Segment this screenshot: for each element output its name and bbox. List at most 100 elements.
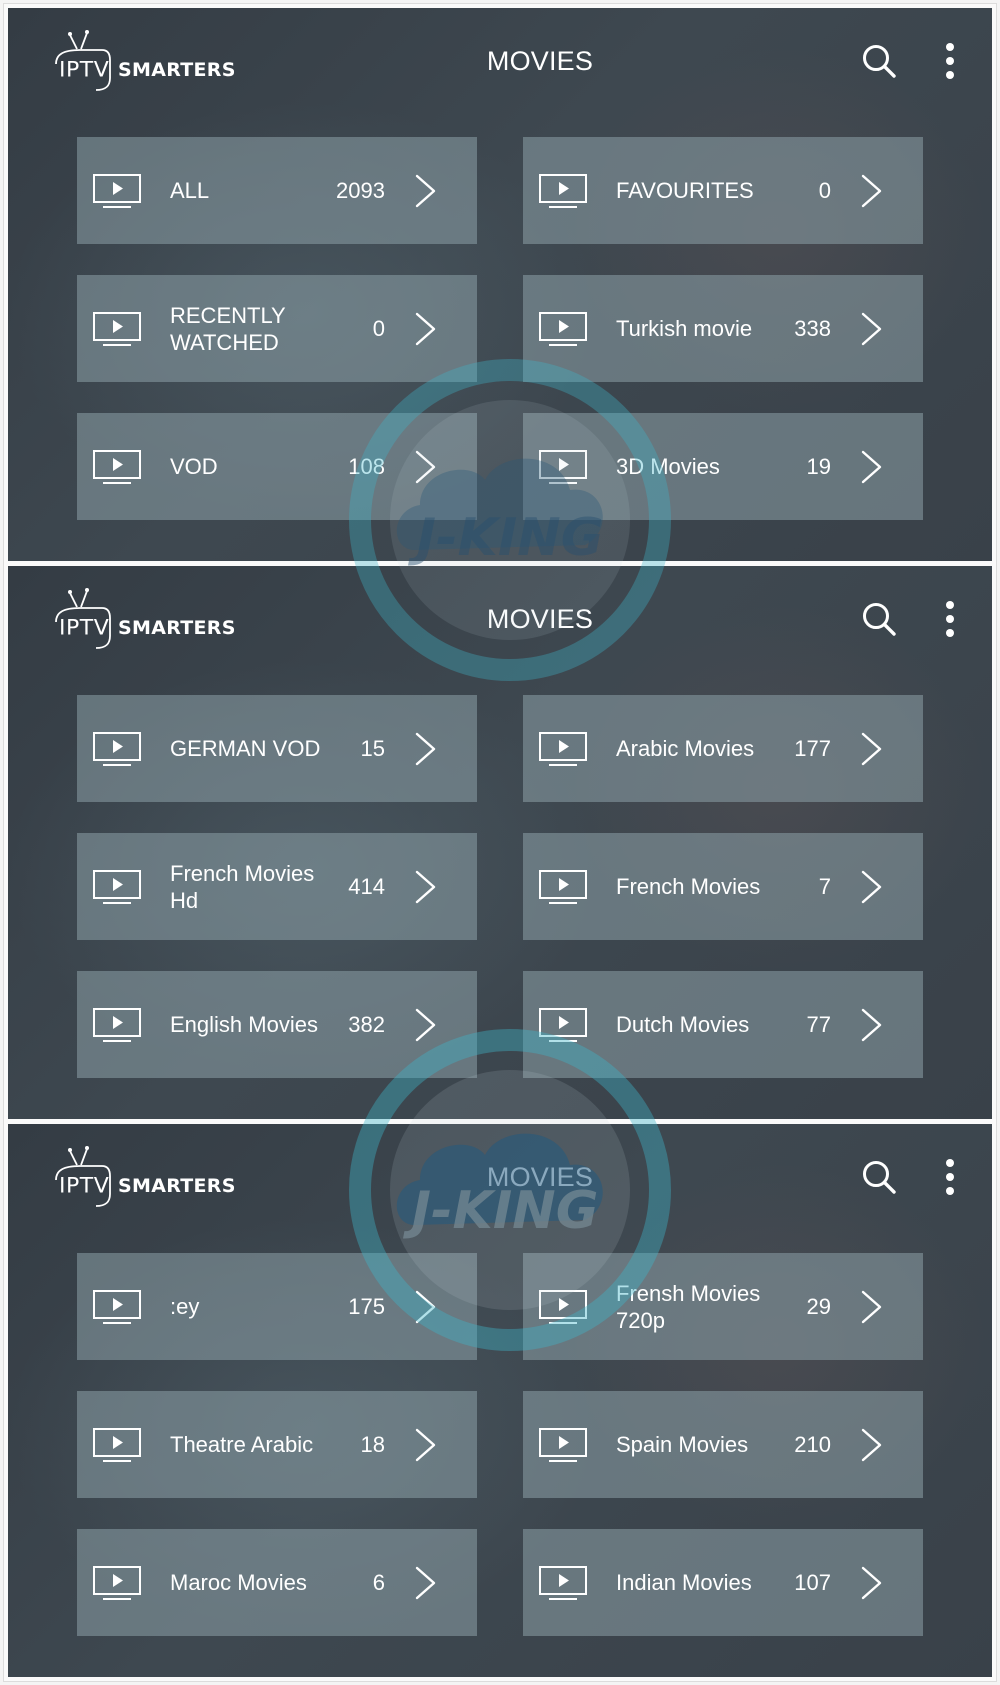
category-card[interactable]: Frensh Movies 720p 29	[523, 1253, 923, 1360]
chevron-right-icon	[861, 1566, 882, 1600]
more-vertical-icon	[946, 1159, 954, 1195]
category-label: Turkish movie	[616, 316, 753, 341]
page-title-text: MOVIES	[486, 1162, 594, 1192]
category-label: 3D Movies	[616, 454, 720, 479]
movies-screen-panel: IPTV SMARTERS MOVIES GERMAN VOD 15 Arabi…	[8, 566, 992, 1119]
tv-play-icon	[539, 1428, 587, 1462]
category-card[interactable]: Dutch Movies 77	[523, 971, 923, 1078]
category-label: RECENTLY WATCHED	[170, 302, 286, 355]
category-card[interactable]: VOD 108	[77, 413, 477, 520]
category-count: 15	[360, 735, 385, 761]
category-label: :ey	[170, 1294, 200, 1319]
category-card[interactable]: RECENTLY WATCHED 0	[77, 275, 477, 382]
page-title-text: MOVIES	[486, 604, 594, 634]
chevron-right-icon	[861, 870, 882, 904]
page-title: MOVIES	[8, 1162, 992, 1193]
category-card[interactable]: French Movies Hd 414	[77, 833, 477, 940]
tv-play-icon	[539, 174, 587, 208]
category-count: 175	[348, 1293, 385, 1319]
category-count: 0	[372, 315, 385, 341]
chevron-right-icon	[415, 174, 436, 208]
category-label: Indian Movies	[616, 1570, 752, 1595]
category-card[interactable]: Maroc Movies 6	[77, 1529, 477, 1636]
tv-play-icon	[93, 312, 141, 346]
category-card[interactable]: GERMAN VOD 15	[77, 695, 477, 802]
category-count: 18	[360, 1431, 385, 1457]
category-card[interactable]: Theatre Arabic 18	[77, 1391, 477, 1498]
category-label: French Movies	[616, 874, 761, 899]
search-icon	[863, 1161, 896, 1194]
category-card[interactable]: FAVOURITES 0	[523, 137, 923, 244]
chevron-right-icon	[415, 1290, 436, 1324]
tv-play-icon	[93, 732, 141, 766]
chevron-right-icon	[861, 1290, 882, 1324]
tv-play-icon	[539, 312, 587, 346]
chevron-right-icon	[861, 1428, 882, 1462]
search-button[interactable]	[858, 40, 902, 84]
category-label: Dutch Movies	[616, 1012, 750, 1037]
movies-screen-panel: IPTV SMARTERS MOVIES ALL 2093 FAVOURITES…	[8, 8, 992, 561]
chevron-right-icon	[415, 312, 436, 346]
chevron-right-icon	[861, 732, 882, 766]
category-count: 19	[806, 453, 831, 479]
category-count: 6	[372, 1569, 385, 1595]
category-card[interactable]: Indian Movies 107	[523, 1529, 923, 1636]
tv-play-icon	[93, 1290, 141, 1324]
category-label: GERMAN VOD	[170, 736, 321, 761]
category-count: 29	[806, 1293, 831, 1319]
category-count: 338	[794, 315, 831, 341]
category-card[interactable]: :ey 175	[77, 1253, 477, 1360]
category-count: 2093	[336, 177, 385, 203]
chevron-right-icon	[861, 1008, 882, 1042]
chevron-right-icon	[415, 732, 436, 766]
category-card[interactable]: Arabic Movies 177	[523, 695, 923, 802]
category-count: 414	[348, 873, 385, 899]
category-count: 177	[794, 735, 831, 761]
category-card[interactable]: Turkish movie 338	[523, 275, 923, 382]
tv-play-icon	[93, 174, 141, 208]
tv-play-icon	[93, 1566, 141, 1600]
category-count: 0	[818, 177, 831, 203]
tv-play-icon	[539, 732, 587, 766]
chevron-right-icon	[861, 450, 882, 484]
tv-play-icon	[93, 450, 141, 484]
category-count: 210	[794, 1431, 831, 1457]
category-card[interactable]: Spain Movies 210	[523, 1391, 923, 1498]
category-label: Arabic Movies	[616, 736, 755, 761]
chevron-right-icon	[415, 1008, 436, 1042]
more-options-button[interactable]	[938, 1156, 962, 1200]
category-card[interactable]: French Movies 7	[523, 833, 923, 940]
category-label: French Movies Hd	[170, 860, 315, 913]
tv-play-icon	[93, 1428, 141, 1462]
page-title-text: MOVIES	[486, 46, 594, 76]
tv-play-icon	[539, 870, 587, 904]
search-button[interactable]	[858, 598, 902, 642]
category-label: Maroc Movies	[170, 1570, 307, 1595]
page-title: MOVIES	[8, 46, 992, 77]
category-card[interactable]: 3D Movies 19	[523, 413, 923, 520]
category-card[interactable]: ALL 2093	[77, 137, 477, 244]
chevron-right-icon	[861, 312, 882, 346]
category-count: 382	[348, 1011, 385, 1037]
movies-screen-panel: IPTV SMARTERS MOVIES :ey 175 Frensh Movi…	[8, 1124, 992, 1677]
search-icon	[863, 603, 896, 636]
search-button[interactable]	[858, 1156, 902, 1200]
category-card[interactable]: English Movies 382	[77, 971, 477, 1078]
category-count: 108	[348, 453, 385, 479]
page-title: MOVIES	[8, 604, 992, 635]
tv-play-icon	[539, 1290, 587, 1324]
tv-play-icon	[539, 450, 587, 484]
search-icon	[863, 45, 896, 78]
category-label: ALL	[170, 178, 210, 203]
category-count: 7	[818, 873, 831, 899]
tv-play-icon	[539, 1008, 587, 1042]
more-options-button[interactable]	[938, 40, 962, 84]
chevron-right-icon	[861, 174, 882, 208]
category-label: Spain Movies	[616, 1432, 749, 1457]
category-count: 107	[794, 1569, 831, 1595]
category-label: Theatre Arabic	[170, 1432, 314, 1457]
more-options-button[interactable]	[938, 598, 962, 642]
category-count: 77	[806, 1011, 831, 1037]
more-vertical-icon	[946, 601, 954, 637]
category-label: FAVOURITES	[616, 178, 754, 203]
